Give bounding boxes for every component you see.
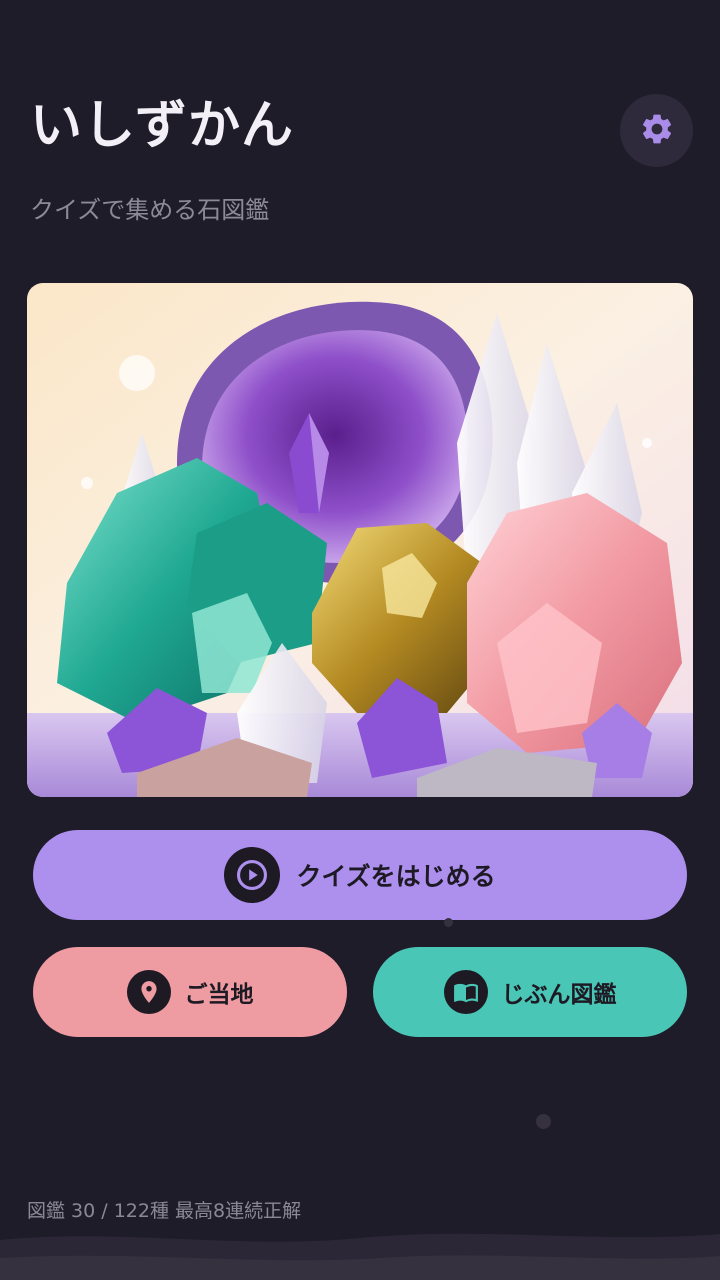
local-button[interactable]: ご当地: [33, 947, 347, 1037]
local-label: ご当地: [184, 982, 254, 1008]
home-screen: いしずかん クイズで集める石図鑑 クイズをはじめる ご当地 じぶん図鑑 図鑑 3…: [0, 0, 720, 1280]
start-quiz-button[interactable]: クイズをはじめる: [33, 830, 687, 920]
app-subtitle: クイズで集める石図鑑: [30, 196, 270, 224]
hero-image: [27, 283, 693, 797]
decor-dot: [536, 1114, 551, 1129]
my-encyclopedia-button[interactable]: じぶん図鑑: [373, 947, 687, 1037]
crystal-illustration: [27, 283, 693, 797]
my-encyclopedia-label: じぶん図鑑: [501, 982, 617, 1008]
gear-icon: [639, 111, 675, 151]
decor-dot: [444, 918, 453, 927]
settings-button[interactable]: [620, 94, 693, 167]
location-pin-icon: [126, 970, 171, 1014]
collection-stats: 図鑑 30 / 122種 最高8連続正解: [27, 1200, 302, 1222]
play-circle-icon: [224, 847, 281, 903]
start-quiz-label: クイズをはじめる: [296, 862, 496, 891]
app-title: いしずかん: [30, 96, 294, 156]
book-icon: [443, 970, 488, 1014]
